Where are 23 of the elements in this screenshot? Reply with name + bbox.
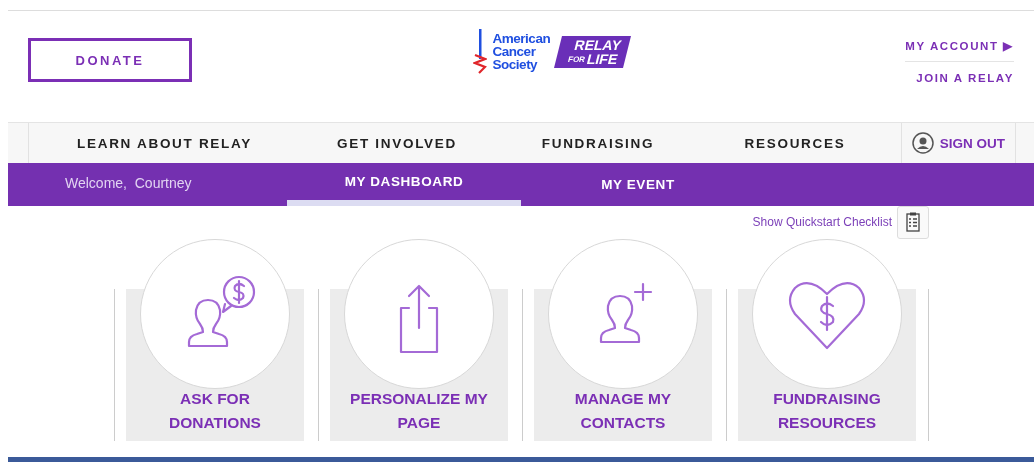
tile-label: ASK FOR DONATIONS	[169, 389, 261, 433]
tab[interactable]: MY EVENT	[521, 163, 755, 206]
nav-link[interactable]: GET INVOLVED	[312, 135, 482, 151]
tile-label: FUNDRAISING RESOURCES	[773, 389, 881, 433]
nav-link[interactable]: RESOURCES	[714, 135, 876, 151]
sign-out-link[interactable]: SIGN OUT	[911, 132, 1006, 154]
user-icon	[911, 132, 934, 154]
logo-text: Society	[492, 58, 539, 71]
checklist-button[interactable]	[897, 205, 929, 239]
tab[interactable]: MY DASHBOARD	[287, 163, 521, 206]
sword-icon	[472, 28, 487, 75]
account-link[interactable]: JOIN A RELAY	[916, 66, 1014, 90]
logo-text: Cancer	[492, 45, 537, 58]
nav-link[interactable]: FUNDRAISING	[482, 135, 714, 151]
welcome-text: Welcome, Courtney	[64, 174, 193, 193]
tile-label: MANAGE MY CONTACTS	[574, 389, 672, 433]
tile-label: PERSONALIZE MY PAGE	[350, 389, 488, 433]
quickstart-link[interactable]: Show Quickstart Checklist	[752, 215, 892, 229]
clipboard-icon	[906, 212, 920, 232]
nav-link[interactable]: LEARN ABOUT RELAY	[17, 135, 312, 151]
logo-text: American	[492, 32, 551, 45]
account-link[interactable]: MY ACCOUNT ▶	[905, 33, 1014, 62]
donate-button[interactable]: DONATE	[28, 38, 192, 83]
